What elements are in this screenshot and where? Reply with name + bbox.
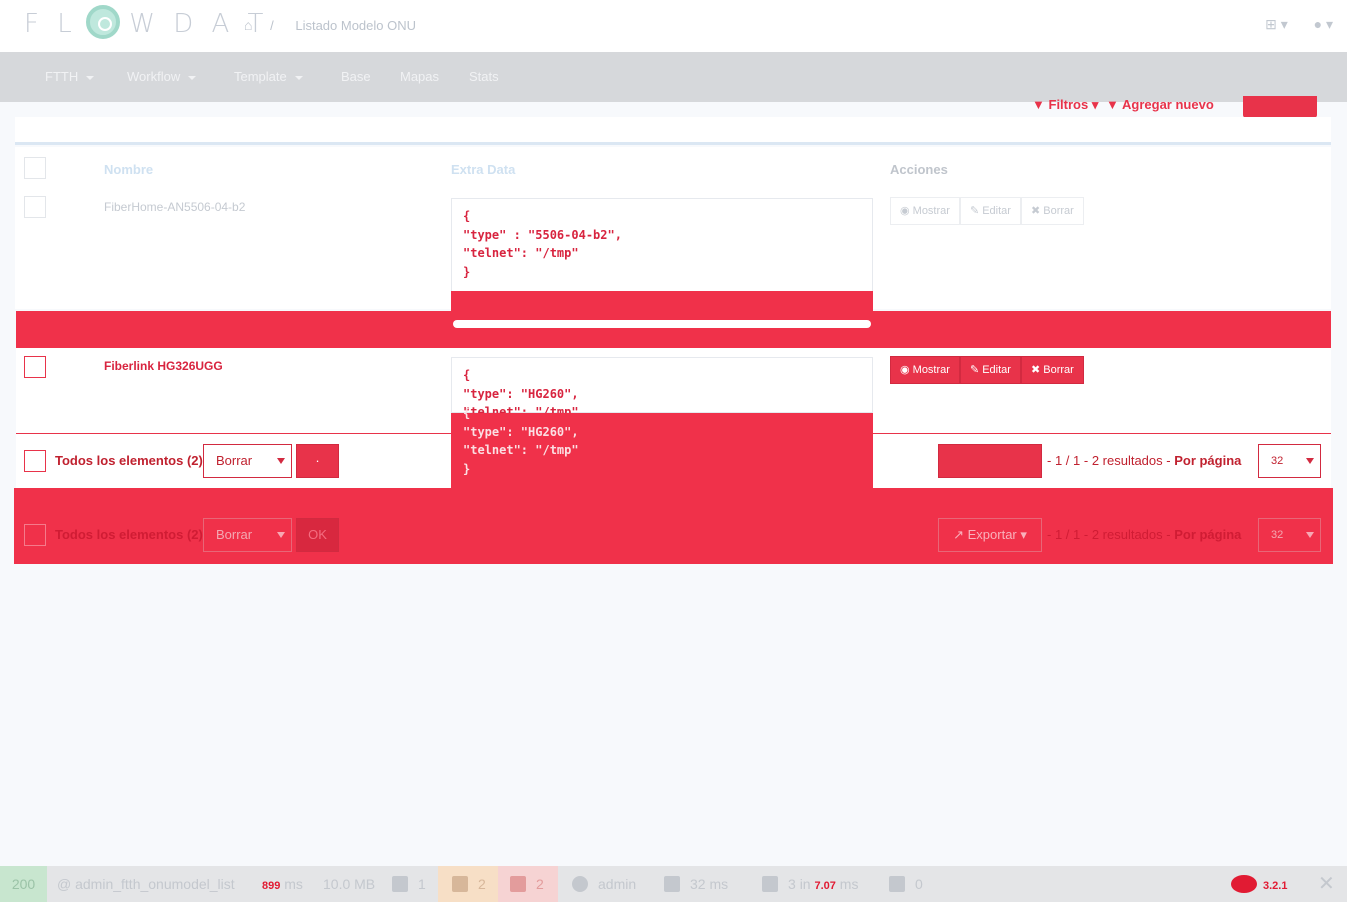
pagination-info: - 1 / 1 - 2 resultados - Por página <box>1047 527 1242 542</box>
symfony-version[interactable]: 3.2.1 <box>1231 866 1287 902</box>
chevron-down-icon <box>277 458 285 464</box>
table-icon <box>664 876 680 892</box>
batch-ok-button[interactable]: OK <box>296 518 339 552</box>
debug-toolbar: 200 @ admin_ftth_onumodel_list 899 ms 10… <box>0 866 1347 902</box>
filters-dropdown[interactable]: ▼ Filtros ▾ <box>1032 97 1098 113</box>
share-icon: ↗ <box>953 527 964 542</box>
show-button[interactable]: ◉ Mostrar <box>890 197 960 225</box>
per-page-select[interactable]: 32 <box>1258 444 1321 478</box>
user-panel[interactable]: admin <box>572 866 636 902</box>
nav-workflow[interactable]: Workflow <box>127 69 197 84</box>
row-extra-data-overlay: { "type": "HG260", "telnet": "/tmp" } <box>463 406 579 476</box>
server-icon <box>762 876 778 892</box>
add-menu-icon[interactable]: ⊞ ▾ <box>1265 16 1288 32</box>
nav-template[interactable]: Template <box>234 69 303 84</box>
breadcrumb: ⌂ / Listado Modelo ONU <box>244 17 416 33</box>
chevron-down-icon <box>1306 532 1314 538</box>
batch-action-select[interactable]: Borrar <box>203 518 292 552</box>
pagination-info: - 1 / 1 - 2 resultados - Por página <box>1047 453 1242 468</box>
export-button[interactable]: ↗ Exportar ▾ <box>938 518 1042 552</box>
header-right-menus: ⊞ ▾ ● ▾ <box>1243 16 1333 33</box>
add-new-link[interactable]: ▼ Agregar nuevo <box>1106 97 1214 112</box>
row-extra-data: { "type" : "5506-04-b2", "telnet": "/tmp… <box>451 198 873 293</box>
show-button[interactable]: ◉ Mostrar <box>890 356 960 384</box>
row-checkbox[interactable] <box>24 196 46 218</box>
row-nombre[interactable]: FiberHome-AN5506-04-b2 <box>104 200 245 214</box>
select-all-checkbox[interactable] <box>24 524 46 546</box>
logs-warning[interactable]: 2 <box>438 866 498 902</box>
breadcrumb-separator: / <box>270 18 274 33</box>
filter-icon: ▼ <box>1032 97 1045 112</box>
logo-ring-icon <box>85 4 120 39</box>
forms-panel[interactable]: 1 <box>392 866 426 902</box>
list-actions: ▼ Filtros ▾ ▼ Agregar nuevo <box>0 96 1347 118</box>
route-name[interactable]: @ admin_ftth_onumodel_list <box>57 866 235 902</box>
nav-stats[interactable]: Stats <box>469 69 499 84</box>
flowdat-logo[interactable]: F L W D A T <box>24 4 268 39</box>
delete-button[interactable]: ✖ Borrar <box>1020 356 1084 384</box>
memory-usage[interactable]: 10.0 MB <box>323 866 375 902</box>
symfony-logo-icon <box>1231 875 1257 893</box>
select-all-checkbox[interactable] <box>24 450 46 472</box>
grid-icon <box>889 876 905 892</box>
export-button[interactable] <box>938 444 1042 478</box>
edit-button[interactable]: ✎ Editar <box>959 197 1021 225</box>
all-elements-label: Todos los elementos (2) <box>55 527 203 542</box>
close-icon[interactable]: ✕ <box>1318 866 1335 902</box>
user-menu-icon[interactable]: ● ▾ <box>1314 16 1333 32</box>
chevron-down-icon <box>86 75 95 80</box>
row-nombre[interactable]: Fiberlink HG326UGG <box>104 359 223 373</box>
row-checkbox[interactable] <box>24 356 46 378</box>
home-icon[interactable]: ⌂ <box>244 17 252 33</box>
chevron-down-icon <box>188 75 197 80</box>
column-acciones: Acciones <box>890 162 948 177</box>
status-code[interactable]: 200 <box>0 866 47 902</box>
row-actions: ◉ Mostrar ✎ Editar ✖ Borrar <box>890 197 1084 225</box>
progress-bar <box>453 320 871 328</box>
clipboard-icon <box>392 876 408 892</box>
edit-button[interactable]: ✎ Editar <box>959 356 1021 384</box>
filter-icon: ▼ <box>1106 97 1119 112</box>
column-extra-data[interactable]: Extra Data <box>451 162 515 177</box>
chevron-down-icon <box>277 532 285 538</box>
batch-action-select[interactable]: Borrar <box>203 444 292 478</box>
chevron-down-icon <box>1306 458 1314 464</box>
select-all-checkbox[interactable] <box>24 157 46 179</box>
cache-panel[interactable]: 3 in 7.07 ms <box>762 866 858 902</box>
db-queries[interactable]: 32 ms <box>664 866 728 902</box>
per-page-select[interactable]: 32 <box>1258 518 1321 552</box>
main-navbar: FTTH Workflow Template Base Mapas Stats <box>0 52 1347 102</box>
delete-button[interactable]: ✖ Borrar <box>1020 197 1084 225</box>
user-icon <box>572 876 588 892</box>
breadcrumb-current: Listado Modelo ONU <box>295 18 417 33</box>
nav-base[interactable]: Base <box>341 69 371 84</box>
top-header: F L W D A T ⌂ / Listado Modelo ONU ⊞ ▾ ●… <box>0 0 1347 52</box>
nav-mapas[interactable]: Mapas <box>400 69 439 84</box>
nav-ftth[interactable]: FTTH <box>45 69 95 84</box>
request-time[interactable]: 899 ms <box>262 866 303 902</box>
row-actions: ◉ Mostrar ✎ Editar ✖ Borrar <box>890 356 1084 384</box>
chevron-down-icon <box>294 75 303 80</box>
warning-icon <box>452 876 468 892</box>
add-new-button[interactable] <box>1243 96 1317 118</box>
chat-icon <box>510 876 526 892</box>
logs-error[interactable]: 2 <box>498 866 558 902</box>
twig-panel[interactable]: 0 <box>889 866 923 902</box>
all-elements-label: Todos los elementos (2) <box>55 453 203 468</box>
filter-panel <box>15 117 1331 145</box>
column-nombre[interactable]: Nombre <box>104 162 153 177</box>
batch-ok-button[interactable]: · <box>296 444 339 478</box>
